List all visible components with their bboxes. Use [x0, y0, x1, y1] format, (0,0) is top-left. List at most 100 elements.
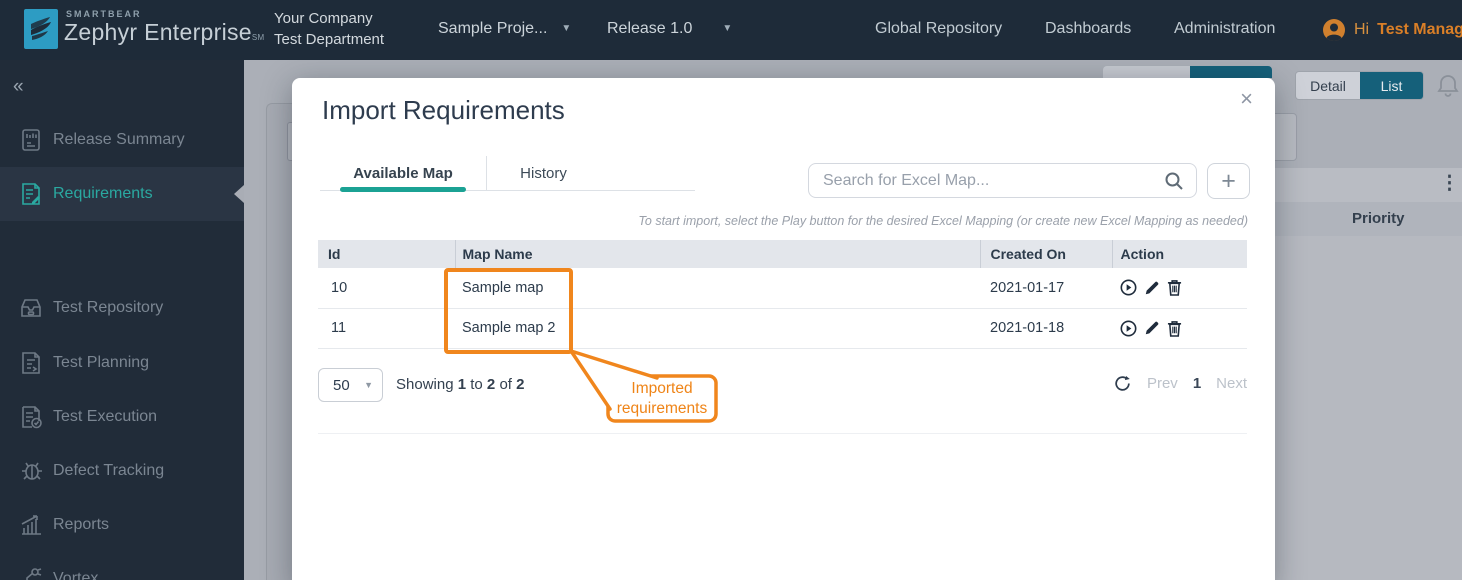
sidebar: « Release Summary Requirements Test Repo…: [0, 60, 244, 580]
kebab-menu-icon[interactable]: ⋮: [1440, 172, 1459, 195]
cell-map-name: Sample map 2: [455, 308, 980, 349]
project-selector[interactable]: Sample Proje... ▼: [438, 20, 571, 38]
zephyr-logo-icon[interactable]: [24, 9, 58, 49]
row-actions: [1120, 279, 1247, 297]
sidebar-item-label: Requirements: [53, 185, 153, 202]
nav-dashboards[interactable]: Dashboards: [1045, 20, 1131, 38]
modal-title: Import Requirements: [322, 95, 565, 125]
priority-column-header: Priority: [1352, 210, 1405, 227]
feather-icon: [31, 17, 51, 40]
column-map-name[interactable]: Map Name: [455, 240, 981, 268]
add-excel-map-button[interactable]: +: [1207, 163, 1250, 199]
sidebar-item-test-planning[interactable]: Test Planning: [0, 336, 244, 390]
sidebar-item-label: Test Execution: [53, 408, 158, 425]
next-page-button[interactable]: Next: [1216, 375, 1247, 392]
showing-summary: Showing 1 to 2 of 2: [396, 376, 525, 393]
search-input[interactable]: [809, 171, 1164, 190]
sidebar-item-requirements[interactable]: Requirements: [0, 167, 244, 221]
cell-created-on: 2021-01-18: [980, 308, 1112, 349]
cell-created-on: 2021-01-17: [980, 268, 1112, 309]
column-created-on[interactable]: Created On: [980, 240, 1113, 268]
vortex-icon: [26, 568, 42, 580]
caret-down-icon: ▼: [364, 380, 373, 390]
app-screen: SMARTBEAR Zephyr EnterpriseSM Your Compa…: [0, 0, 1462, 580]
refresh-icon[interactable]: [1113, 374, 1132, 393]
sidebar-item-vortex[interactable]: Vortex: [0, 552, 244, 580]
list-button[interactable]: List: [1360, 72, 1423, 99]
sidebar-item-label: Test Planning: [53, 354, 150, 371]
brand-smartbear: SMARTBEAR: [66, 9, 142, 19]
excel-map-search: [808, 163, 1197, 198]
excel-map-table: Id Map Name Created On Action 10 Sample …: [318, 240, 1247, 349]
sidebar-item-test-execution[interactable]: Test Execution: [0, 390, 244, 444]
table-bottom-divider: [318, 433, 1247, 434]
active-item-notch: [234, 185, 244, 203]
current-page-number[interactable]: 1: [1193, 375, 1201, 392]
detail-button[interactable]: Detail: [1296, 72, 1360, 99]
sidebar-item-release-summary[interactable]: Release Summary: [0, 113, 244, 167]
brand-zephyr-enterprise: Zephyr EnterpriseSM: [64, 19, 265, 45]
column-action: Action: [1112, 240, 1247, 268]
company-department: Your Company Test Department: [274, 8, 384, 50]
brand-sm-mark: SM: [251, 33, 265, 42]
company-name: Your Company: [274, 10, 373, 27]
reports-icon: [21, 515, 41, 535]
test-planning-icon: [22, 352, 40, 374]
cell-map-name: Sample map: [455, 268, 980, 309]
play-import-icon[interactable]: [1120, 320, 1137, 337]
top-bar: SMARTBEAR Zephyr EnterpriseSM Your Compa…: [0, 0, 1462, 60]
import-requirements-modal: Import Requirements × Available Map Hist…: [292, 78, 1275, 580]
sidebar-item-reports[interactable]: Reports: [0, 498, 244, 552]
page-size-value: 50: [333, 376, 350, 394]
sidebar-item-defect-tracking[interactable]: Defect Tracking: [0, 444, 244, 498]
sidebar-item-label: Test Repository: [53, 299, 164, 316]
background-table-toolbar: [1245, 168, 1462, 202]
tab-available-map[interactable]: Available Map: [320, 156, 487, 192]
sidebar-item-label: Vortex: [53, 570, 99, 580]
requirements-icon: [22, 183, 40, 205]
play-import-icon[interactable]: [1120, 279, 1137, 296]
test-execution-icon: [22, 406, 42, 429]
pager: Prev 1 Next: [1113, 374, 1247, 393]
user-name: Test Manage: [1377, 21, 1462, 38]
delete-trash-icon[interactable]: [1167, 320, 1182, 337]
sidebar-item-label: Release Summary: [53, 131, 185, 148]
tab-history[interactable]: History: [487, 156, 600, 190]
release-summary-icon: [22, 129, 40, 151]
page-size-select[interactable]: 50 ▼: [318, 368, 383, 402]
test-repository-icon: [21, 299, 41, 317]
column-id[interactable]: Id: [318, 240, 456, 268]
cell-id: 11: [318, 308, 455, 349]
table-row[interactable]: 11 Sample map 2 2021-01-18: [318, 308, 1247, 349]
sidebar-item-label: Defect Tracking: [53, 462, 165, 479]
sidebar-collapse-button[interactable]: «: [13, 76, 24, 98]
notifications-bell-icon[interactable]: [1435, 72, 1461, 100]
prev-page-button[interactable]: Prev: [1147, 375, 1178, 392]
defect-tracking-icon: [22, 462, 42, 480]
pagination-bar: 50 ▼ Showing 1 to 2 of 2 Prev 1 Next: [318, 368, 1247, 408]
caret-down-icon: ▼: [722, 23, 733, 34]
close-icon[interactable]: ×: [1240, 88, 1253, 110]
import-hint-text: To start import, select the Play button …: [638, 214, 1248, 228]
nav-administration[interactable]: Administration: [1174, 20, 1275, 38]
delete-trash-icon[interactable]: [1167, 279, 1182, 297]
nav-global-repository[interactable]: Global Repository: [875, 20, 1002, 38]
cell-id: 10: [318, 268, 455, 309]
background-table-body: [1245, 236, 1462, 580]
greeting-text: Hi: [1354, 21, 1370, 38]
edit-pencil-icon[interactable]: [1144, 280, 1160, 296]
sidebar-item-test-repository[interactable]: Test Repository: [0, 281, 244, 335]
modal-tabs: Available Map History: [320, 156, 695, 192]
row-actions: [1120, 320, 1247, 337]
release-selector[interactable]: Release 1.0 ▼: [607, 20, 732, 38]
avatar-icon: [1323, 19, 1345, 41]
department-name: Test Department: [274, 31, 385, 48]
user-menu[interactable]: Hi Test Manage: [1322, 16, 1462, 44]
detail-list-toggle: Detail List: [1295, 71, 1424, 100]
search-icon[interactable]: [1164, 171, 1184, 191]
edit-pencil-icon[interactable]: [1144, 320, 1160, 336]
caret-down-icon: ▼: [561, 23, 572, 34]
table-row[interactable]: 10 Sample map 2021-01-17: [318, 268, 1247, 309]
background-toggle-partial: [1103, 66, 1272, 78]
sidebar-item-label: Reports: [53, 516, 110, 533]
